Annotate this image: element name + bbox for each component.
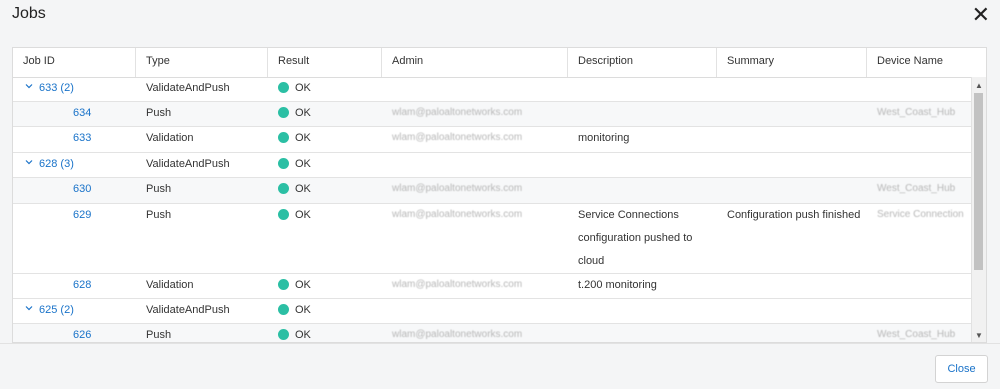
admin-cell: wlam@paloaltonetworks.com — [392, 329, 523, 340]
table-header: Job ID Type Result Admin Description Sum… — [13, 48, 973, 78]
table-row[interactable]: 630 Push OK wlam@paloaltonetworks.com West_C… — [13, 178, 973, 204]
type-cell: Push — [146, 209, 172, 221]
job-id-link[interactable]: 634 — [73, 107, 91, 119]
job-id-cell[interactable]: 625 (2) — [23, 299, 133, 316]
result-cell: OK — [278, 324, 378, 341]
result-cell: OK — [278, 299, 378, 316]
type-cell: ValidateAndPush — [146, 158, 230, 170]
summary-cell: Configuration push finished — [727, 209, 861, 221]
jobs-table: Job ID Type Result Admin Description Sum… — [12, 47, 987, 343]
chevron-down-icon[interactable] — [25, 82, 33, 90]
status-ok-icon — [278, 82, 289, 93]
col-result[interactable]: Result — [268, 48, 382, 77]
admin-cell: wlam@paloaltonetworks.com — [392, 279, 523, 290]
job-id-link[interactable]: 628 — [73, 279, 91, 291]
status-ok-icon — [278, 132, 289, 143]
result-label: OK — [295, 132, 311, 144]
table-row[interactable]: 628 Validation OK wlam@paloaltonetworks.com… — [13, 274, 973, 299]
status-ok-icon — [278, 107, 289, 118]
result-label: OK — [295, 304, 311, 316]
dialog-footer: Close — [0, 343, 1000, 389]
job-id-link[interactable]: 633 (2) — [39, 82, 74, 94]
table-row[interactable]: 634 Push OK wlam@paloaltonetworks.com West_C… — [13, 102, 973, 127]
result-label: OK — [295, 279, 311, 291]
result-label: OK — [295, 158, 311, 170]
job-id-link[interactable]: 628 (3) — [39, 158, 74, 170]
close-icon[interactable]: ✕ — [972, 3, 990, 27]
admin-cell: wlam@paloaltonetworks.com — [392, 132, 523, 143]
close-button[interactable]: Close — [935, 355, 988, 383]
col-summary[interactable]: Summary — [717, 48, 867, 77]
job-id-link[interactable]: 625 (2) — [39, 304, 74, 316]
job-id-link[interactable]: 633 — [73, 132, 91, 144]
col-admin[interactable]: Admin — [382, 48, 568, 77]
job-id-cell[interactable]: 633 (2) — [23, 77, 133, 94]
job-id-link[interactable]: 626 — [73, 329, 91, 341]
scroll-thumb[interactable] — [974, 93, 983, 270]
job-id-cell[interactable]: 628 (3) — [23, 153, 133, 170]
device-name-cell: West_Coast_Hub — [877, 329, 956, 340]
col-description[interactable]: Description — [568, 48, 717, 77]
result-cell: OK — [278, 127, 378, 144]
table-row[interactable]: 629 Push OK wlam@paloaltonetworks.com Servic… — [13, 204, 973, 274]
type-cell: Push — [146, 183, 172, 195]
status-ok-icon — [278, 304, 289, 315]
status-ok-icon — [278, 183, 289, 194]
result-label: OK — [295, 82, 311, 94]
scroll-down-icon[interactable]: ▼ — [975, 331, 983, 340]
group-row[interactable]: 625 (2) ValidateAndPush OK — [13, 299, 973, 324]
group-row[interactable]: 628 (3) ValidateAndPush OK — [13, 153, 973, 178]
type-cell: ValidateAndPush — [146, 82, 230, 94]
result-label: OK — [295, 329, 311, 341]
result-label: OK — [295, 183, 311, 195]
type-cell: Validation — [146, 132, 194, 144]
type-cell: ValidateAndPush — [146, 304, 230, 316]
result-label: OK — [295, 209, 311, 221]
result-cell: OK — [278, 153, 378, 170]
status-ok-icon — [278, 279, 289, 290]
device-name-cell: West_Coast_Hub — [877, 107, 956, 118]
dialog-header: Jobs ✕ — [0, 0, 1000, 34]
table-body: 633 (2) ValidateAndPush OK 634 Push OK wlam@pa… — [13, 77, 973, 342]
device-name-cell: West_Coast_Hub — [877, 183, 956, 194]
col-device-name[interactable]: Device Name — [867, 48, 973, 77]
description-cell: monitoring — [578, 132, 630, 144]
col-type[interactable]: Type — [136, 48, 268, 77]
result-cell: OK — [278, 178, 378, 195]
admin-cell: wlam@paloaltonetworks.com — [392, 183, 523, 194]
status-ok-icon — [278, 209, 289, 220]
admin-cell: wlam@paloaltonetworks.com — [392, 209, 523, 220]
scroll-up-icon[interactable]: ▲ — [975, 81, 983, 90]
dialog-title: Jobs — [12, 5, 46, 22]
vertical-scrollbar[interactable]: ▲ ▼ — [971, 77, 986, 342]
description-cell: t.200 monitoring — [578, 279, 657, 291]
chevron-down-icon[interactable] — [25, 304, 33, 312]
result-label: OK — [295, 107, 311, 119]
result-cell: OK — [278, 102, 378, 119]
description-cell: Service Connections configuration pushed… — [578, 209, 693, 267]
status-ok-icon — [278, 158, 289, 169]
type-cell: Validation — [146, 279, 194, 291]
chevron-down-icon[interactable] — [25, 158, 33, 166]
device-name-cell: Service Connection — [877, 209, 964, 220]
type-cell: Push — [146, 329, 172, 341]
job-id-link[interactable]: 630 — [73, 183, 91, 195]
col-job-id[interactable]: Job ID — [13, 48, 136, 77]
type-cell: Push — [146, 107, 172, 119]
result-cell: OK — [278, 204, 378, 221]
job-id-link[interactable]: 629 — [73, 209, 91, 221]
status-ok-icon — [278, 329, 289, 340]
table-row[interactable]: 626 Push OK wlam@paloaltonetworks.com West_C… — [13, 324, 973, 342]
group-row[interactable]: 633 (2) ValidateAndPush OK — [13, 77, 973, 102]
table-row[interactable]: 633 Validation OK wlam@paloaltonetworks.com… — [13, 127, 973, 153]
result-cell: OK — [278, 77, 378, 94]
admin-cell: wlam@paloaltonetworks.com — [392, 107, 523, 118]
result-cell: OK — [278, 274, 378, 291]
